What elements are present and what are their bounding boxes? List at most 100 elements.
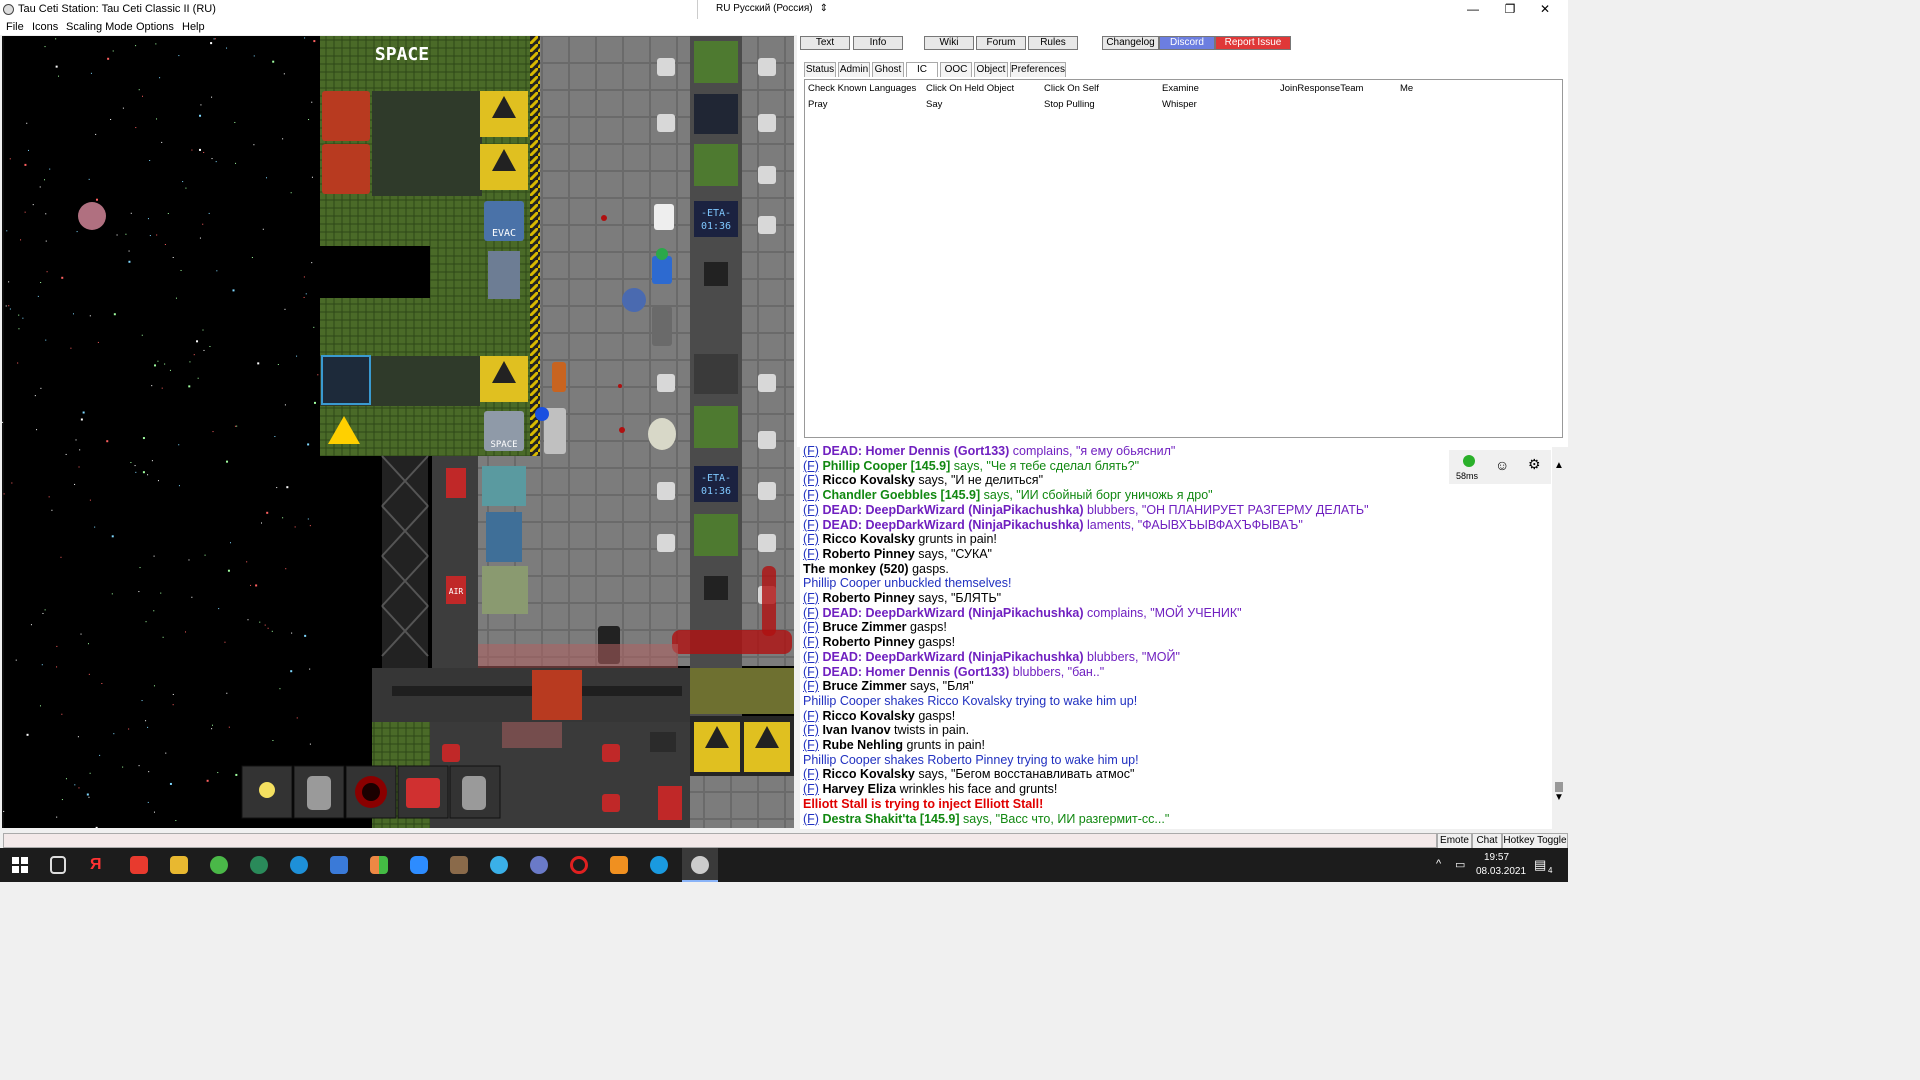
report-issue-button[interactable]: Report Issue — [1215, 36, 1291, 50]
edge-icon[interactable] — [290, 856, 308, 874]
verb-pray[interactable]: Pray — [808, 99, 828, 110]
follow-link[interactable]: (F) — [803, 473, 819, 487]
tab-ooc[interactable]: OOC — [940, 62, 972, 77]
hotkey-toggle-button[interactable]: Hotkey Toggle — [1502, 833, 1568, 849]
chat-button[interactable]: Chat — [1472, 833, 1502, 849]
windows-start-icon[interactable] — [12, 857, 28, 873]
menu-help[interactable]: Help — [182, 21, 205, 33]
text-button[interactable]: Text — [800, 36, 850, 50]
folder-icon[interactable] — [170, 856, 188, 874]
locker[interactable] — [322, 144, 370, 194]
floating-brain[interactable] — [78, 202, 106, 230]
follow-link[interactable]: (F) — [803, 459, 819, 473]
action-icon[interactable] — [406, 778, 440, 808]
close-button[interactable]: ✕ — [1522, 0, 1568, 19]
emote-button[interactable]: Emote — [1437, 833, 1472, 849]
water-tank[interactable] — [486, 512, 522, 562]
wall-locker[interactable] — [446, 468, 466, 498]
tab-status[interactable]: Status — [804, 62, 836, 77]
emoji-icon[interactable]: ☺ — [1495, 457, 1509, 473]
app-icon[interactable] — [210, 856, 228, 874]
app-icon[interactable] — [130, 856, 148, 874]
follow-link[interactable]: (F) — [803, 591, 819, 605]
rules-button[interactable]: Rules — [1028, 36, 1078, 50]
store-icon[interactable] — [370, 856, 388, 874]
clock-time[interactable]: 19:57 — [1484, 852, 1509, 863]
chat-log[interactable]: (F) DEAD: Homer Dennis (Gort133) complai… — [800, 446, 1552, 829]
tab-ghost[interactable]: Ghost — [872, 62, 904, 77]
follow-link[interactable]: (F) — [803, 606, 819, 620]
command-input[interactable] — [3, 833, 1437, 848]
menu-icons[interactable]: Icons — [32, 21, 58, 33]
language-selector[interactable]: RU Русский (Россия) ⇕ — [697, 0, 832, 19]
follow-link[interactable]: (F) — [803, 782, 819, 796]
task-view-icon[interactable] — [50, 856, 66, 874]
follow-link[interactable]: (F) — [803, 635, 819, 649]
follow-link[interactable]: (F) — [803, 709, 819, 723]
verb-me[interactable]: Me — [1400, 83, 1413, 94]
chevron-up-icon[interactable]: ▲ — [1554, 460, 1564, 471]
locker[interactable] — [322, 91, 370, 141]
tab-admin[interactable]: Admin — [838, 62, 870, 77]
tab-preferences[interactable]: Preferences — [1010, 62, 1066, 77]
mail-icon[interactable] — [330, 856, 348, 874]
follow-link[interactable]: (F) — [803, 488, 819, 502]
verb-say[interactable]: Say — [926, 99, 942, 110]
yandex-icon[interactable]: Я — [90, 856, 108, 874]
chat-scrollbar[interactable]: ▲ ▼ — [1552, 452, 1566, 826]
network-icon[interactable]: ▭ — [1455, 858, 1465, 871]
body-icon[interactable] — [462, 776, 486, 810]
body-icon[interactable] — [307, 776, 331, 810]
hud-bar[interactable] — [241, 765, 501, 819]
tab-object[interactable]: Object — [974, 62, 1008, 77]
plant-tray[interactable] — [482, 566, 528, 614]
map-canvas[interactable]: EVAC SPACE -ETA- 01:36 -ETA- 01:36 AIR S… — [2, 36, 794, 828]
verb-stop-pulling[interactable]: Stop Pulling — [1044, 99, 1095, 110]
wiki-button[interactable]: Wiki — [924, 36, 974, 50]
follow-link[interactable]: (F) — [803, 650, 819, 664]
follow-link[interactable]: (F) — [803, 723, 819, 737]
app-icon[interactable] — [450, 856, 468, 874]
app-icon[interactable] — [530, 856, 548, 874]
tab-ic[interactable]: IC — [906, 62, 938, 77]
menu-scaling-mode[interactable]: Scaling Mode — [66, 21, 133, 33]
verb-join-response-team[interactable]: JoinResponseTeam — [1280, 83, 1363, 94]
changelog-button[interactable]: Changelog — [1102, 36, 1159, 50]
menu-options[interactable]: Options — [136, 21, 174, 33]
gear-icon[interactable]: ⚙ — [1528, 456, 1541, 473]
forum-button[interactable]: Forum — [976, 36, 1026, 50]
discord-button[interactable]: Discord — [1159, 36, 1215, 50]
zoom-icon[interactable] — [410, 856, 428, 874]
verb-click-on-held-object[interactable]: Click On Held Object — [926, 83, 1014, 94]
follow-link[interactable]: (F) — [803, 812, 819, 826]
follow-link[interactable]: (F) — [803, 503, 819, 517]
skype-icon[interactable] — [650, 856, 668, 874]
menu-file[interactable]: File — [6, 21, 24, 33]
chevron-down-icon[interactable]: ▼ — [1554, 792, 1564, 803]
follow-link[interactable]: (F) — [803, 446, 819, 458]
fire-locker[interactable] — [532, 670, 582, 720]
scroll-thumb[interactable] — [1555, 782, 1563, 792]
verb-check-known-languages[interactable]: Check Known Languages — [808, 83, 916, 94]
game-viewport[interactable]: EVAC SPACE -ETA- 01:36 -ETA- 01:36 AIR S… — [2, 36, 794, 828]
info-button[interactable]: Info — [853, 36, 903, 50]
airlock-door[interactable] — [321, 355, 371, 405]
machine[interactable] — [482, 466, 526, 506]
opera-icon[interactable] — [570, 856, 588, 874]
follow-link[interactable]: (F) — [803, 665, 819, 679]
app-icon[interactable] — [490, 856, 508, 874]
app-icon[interactable] — [250, 856, 268, 874]
follow-link[interactable]: (F) — [803, 532, 819, 546]
clock-date[interactable]: 08.03.2021 — [1476, 866, 1526, 877]
follow-link[interactable]: (F) — [803, 547, 819, 561]
follow-link[interactable]: (F) — [803, 679, 819, 693]
follow-link[interactable]: (F) — [803, 620, 819, 634]
follow-link[interactable]: (F) — [803, 518, 819, 532]
vending-machine[interactable] — [488, 251, 520, 299]
follow-link[interactable]: (F) — [803, 738, 819, 752]
app-icon[interactable] — [610, 856, 628, 874]
verb-whisper[interactable]: Whisper — [1162, 99, 1197, 110]
notification-icon[interactable]: ▤ — [1534, 857, 1546, 873]
byond-taskbar-item[interactable] — [682, 848, 718, 882]
follow-link[interactable]: (F) — [803, 767, 819, 781]
